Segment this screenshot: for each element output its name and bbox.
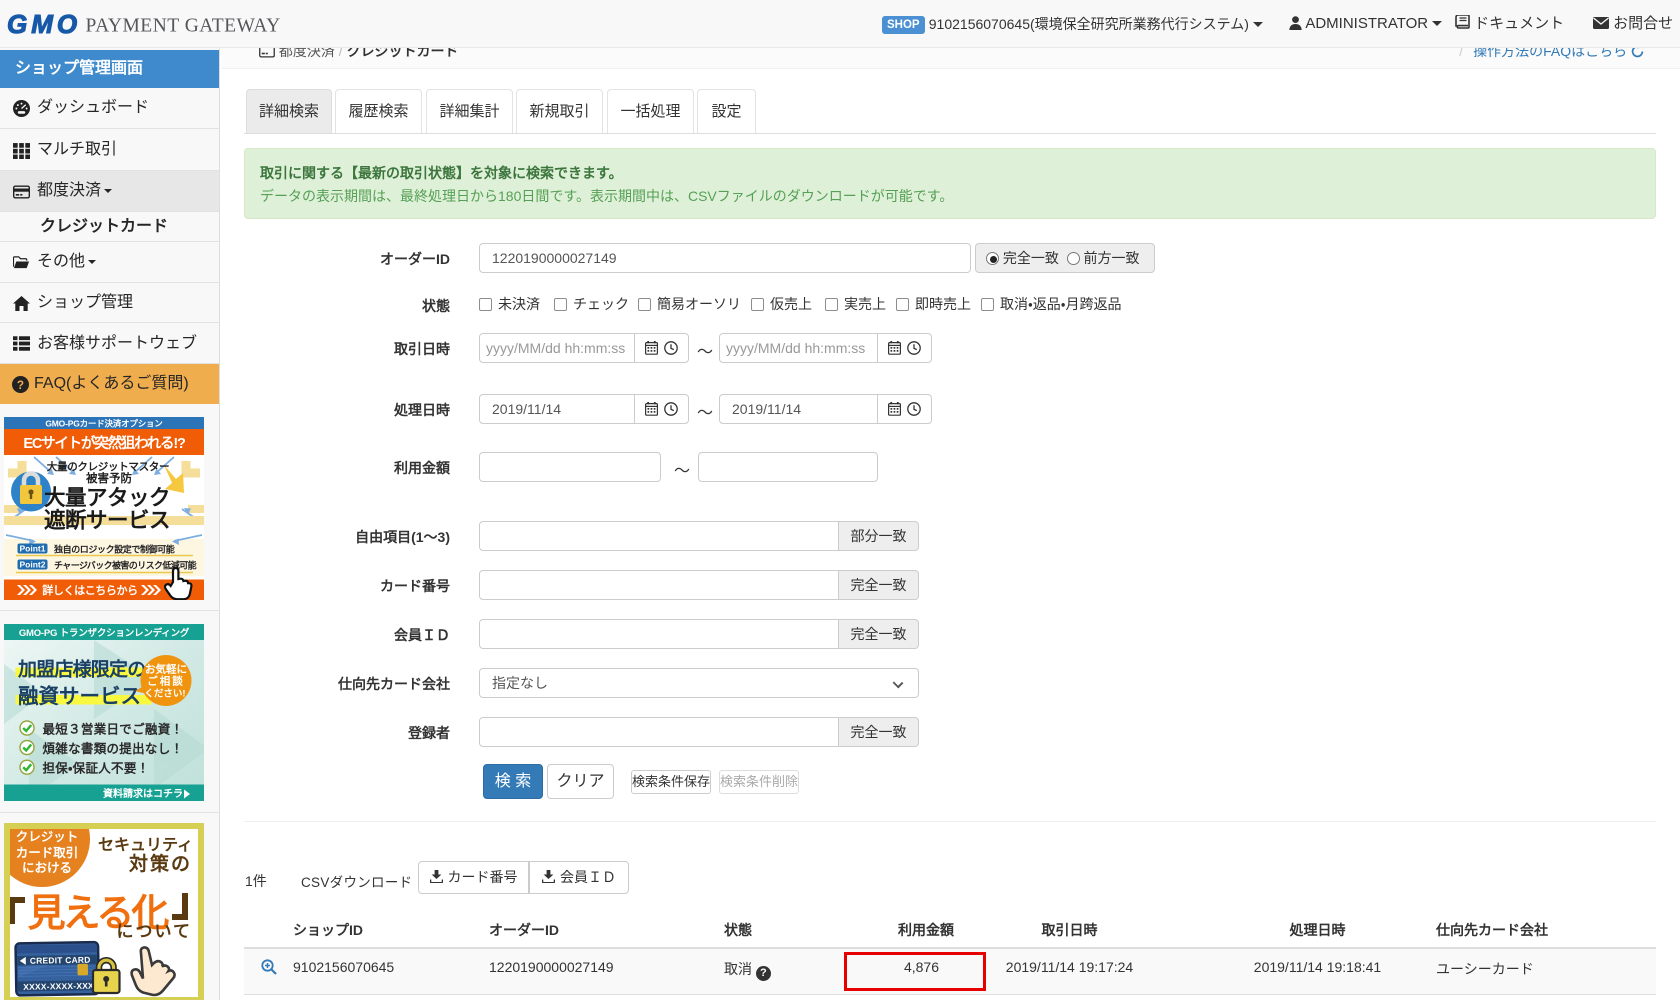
svg-text:GMO-PG トランザクションレンディング: GMO-PG トランザクションレンディング [19,627,190,639]
svg-text:大量アタック: 大量アタック [44,486,170,510]
svg-text:について: について [117,922,193,941]
svg-text:独自のロジック設定で制御可能: 独自のロジック設定で制御可能 [53,544,175,555]
svg-text:被害予防: 被害予防 [85,471,132,485]
svg-text:融資サービス: 融資サービス [18,684,141,708]
svg-text:資料請求はコチラ: 資料請求はコチラ [103,787,183,800]
svg-text:遮断サービス: 遮断サービス [44,509,170,533]
svg-text:詳しくはこちらから: 詳しくはこちらから [42,583,137,597]
svg-text:ECサイトが突然狙われる!?: ECサイトが突然狙われる!? [23,434,186,452]
svg-text:ご相談: ご相談 [147,675,185,688]
svg-text:クレジット: クレジット [16,830,79,844]
svg-text:煩雑な書類の提出なし！: 煩雑な書類の提出なし！ [43,741,184,756]
svg-text:?: ? [17,379,24,392]
svg-text:お気軽に: お気軽に [145,663,187,676]
svg-text:における: における [22,861,72,875]
svg-text:担保・保証人不要！: 担保・保証人不要！ [43,761,150,776]
svg-text:加盟店様限定の: 加盟店様限定の [17,658,145,681]
svg-text:XXXX-XXXX-XXXX: XXXX-XXXX-XXXX [23,981,100,992]
svg-text:Point2: Point2 [20,560,46,570]
svg-text:最短３営業日でご融資！: 最短３営業日でご融資！ [43,722,184,737]
svg-text:カード取引: カード取引 [16,846,79,860]
svg-text:セキュリティ: セキュリティ [98,837,193,854]
svg-text:Point1: Point1 [20,544,46,554]
svg-text:ください!: ください! [144,689,185,700]
svg-text:GMO-PGカード決済オプション: GMO-PGカード決済オプション [45,419,163,429]
svg-text:大量のクレジットマスター: 大量のクレジットマスター [47,460,169,473]
svg-text:対策の: 対策の [128,852,192,875]
